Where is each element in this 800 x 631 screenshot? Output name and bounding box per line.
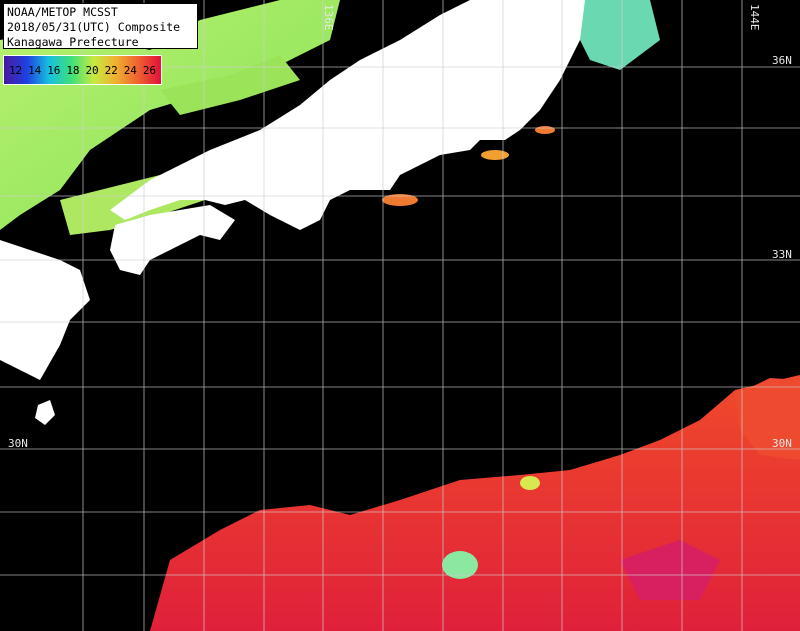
title-region: Kanagawa Prefecture <box>7 35 139 49</box>
legend-label: 22 <box>104 63 118 77</box>
sst-map <box>0 0 800 631</box>
legend-label: 26 <box>142 63 157 77</box>
lat-label-30n-right: 30N <box>772 437 792 450</box>
cool-eddy-small <box>520 476 540 490</box>
legend-label: 12 <box>8 63 23 77</box>
temperature-legend: 12 14 16 18 20 22 24 26 <box>3 55 162 85</box>
warm-patch <box>535 126 555 134</box>
lat-label-33n: 33N <box>772 248 792 261</box>
map-title-box: NOAA/METOP MCSST 2018/05/31(UTC) Composi… <box>3 3 198 49</box>
title-date: 2018/05/31(UTC) Composite <box>7 20 181 34</box>
legend-label: 18 <box>66 63 80 77</box>
lat-label-36n: 36N <box>772 54 792 67</box>
legend-label: 20 <box>85 63 99 77</box>
legend-label: 14 <box>28 63 42 77</box>
lat-label-30n-left: 30N <box>8 437 28 450</box>
legend-label: 24 <box>123 63 137 77</box>
legend-label: 16 <box>47 63 61 77</box>
warm-patch <box>481 150 509 160</box>
lon-label-136e: 136E <box>322 4 335 31</box>
lon-label-144e: 144E <box>748 4 761 31</box>
title-source: NOAA/METOP MCSST <box>7 5 118 19</box>
sst-map-view: NOAA/METOP MCSST 2018/05/31(UTC) Composi… <box>0 0 800 631</box>
